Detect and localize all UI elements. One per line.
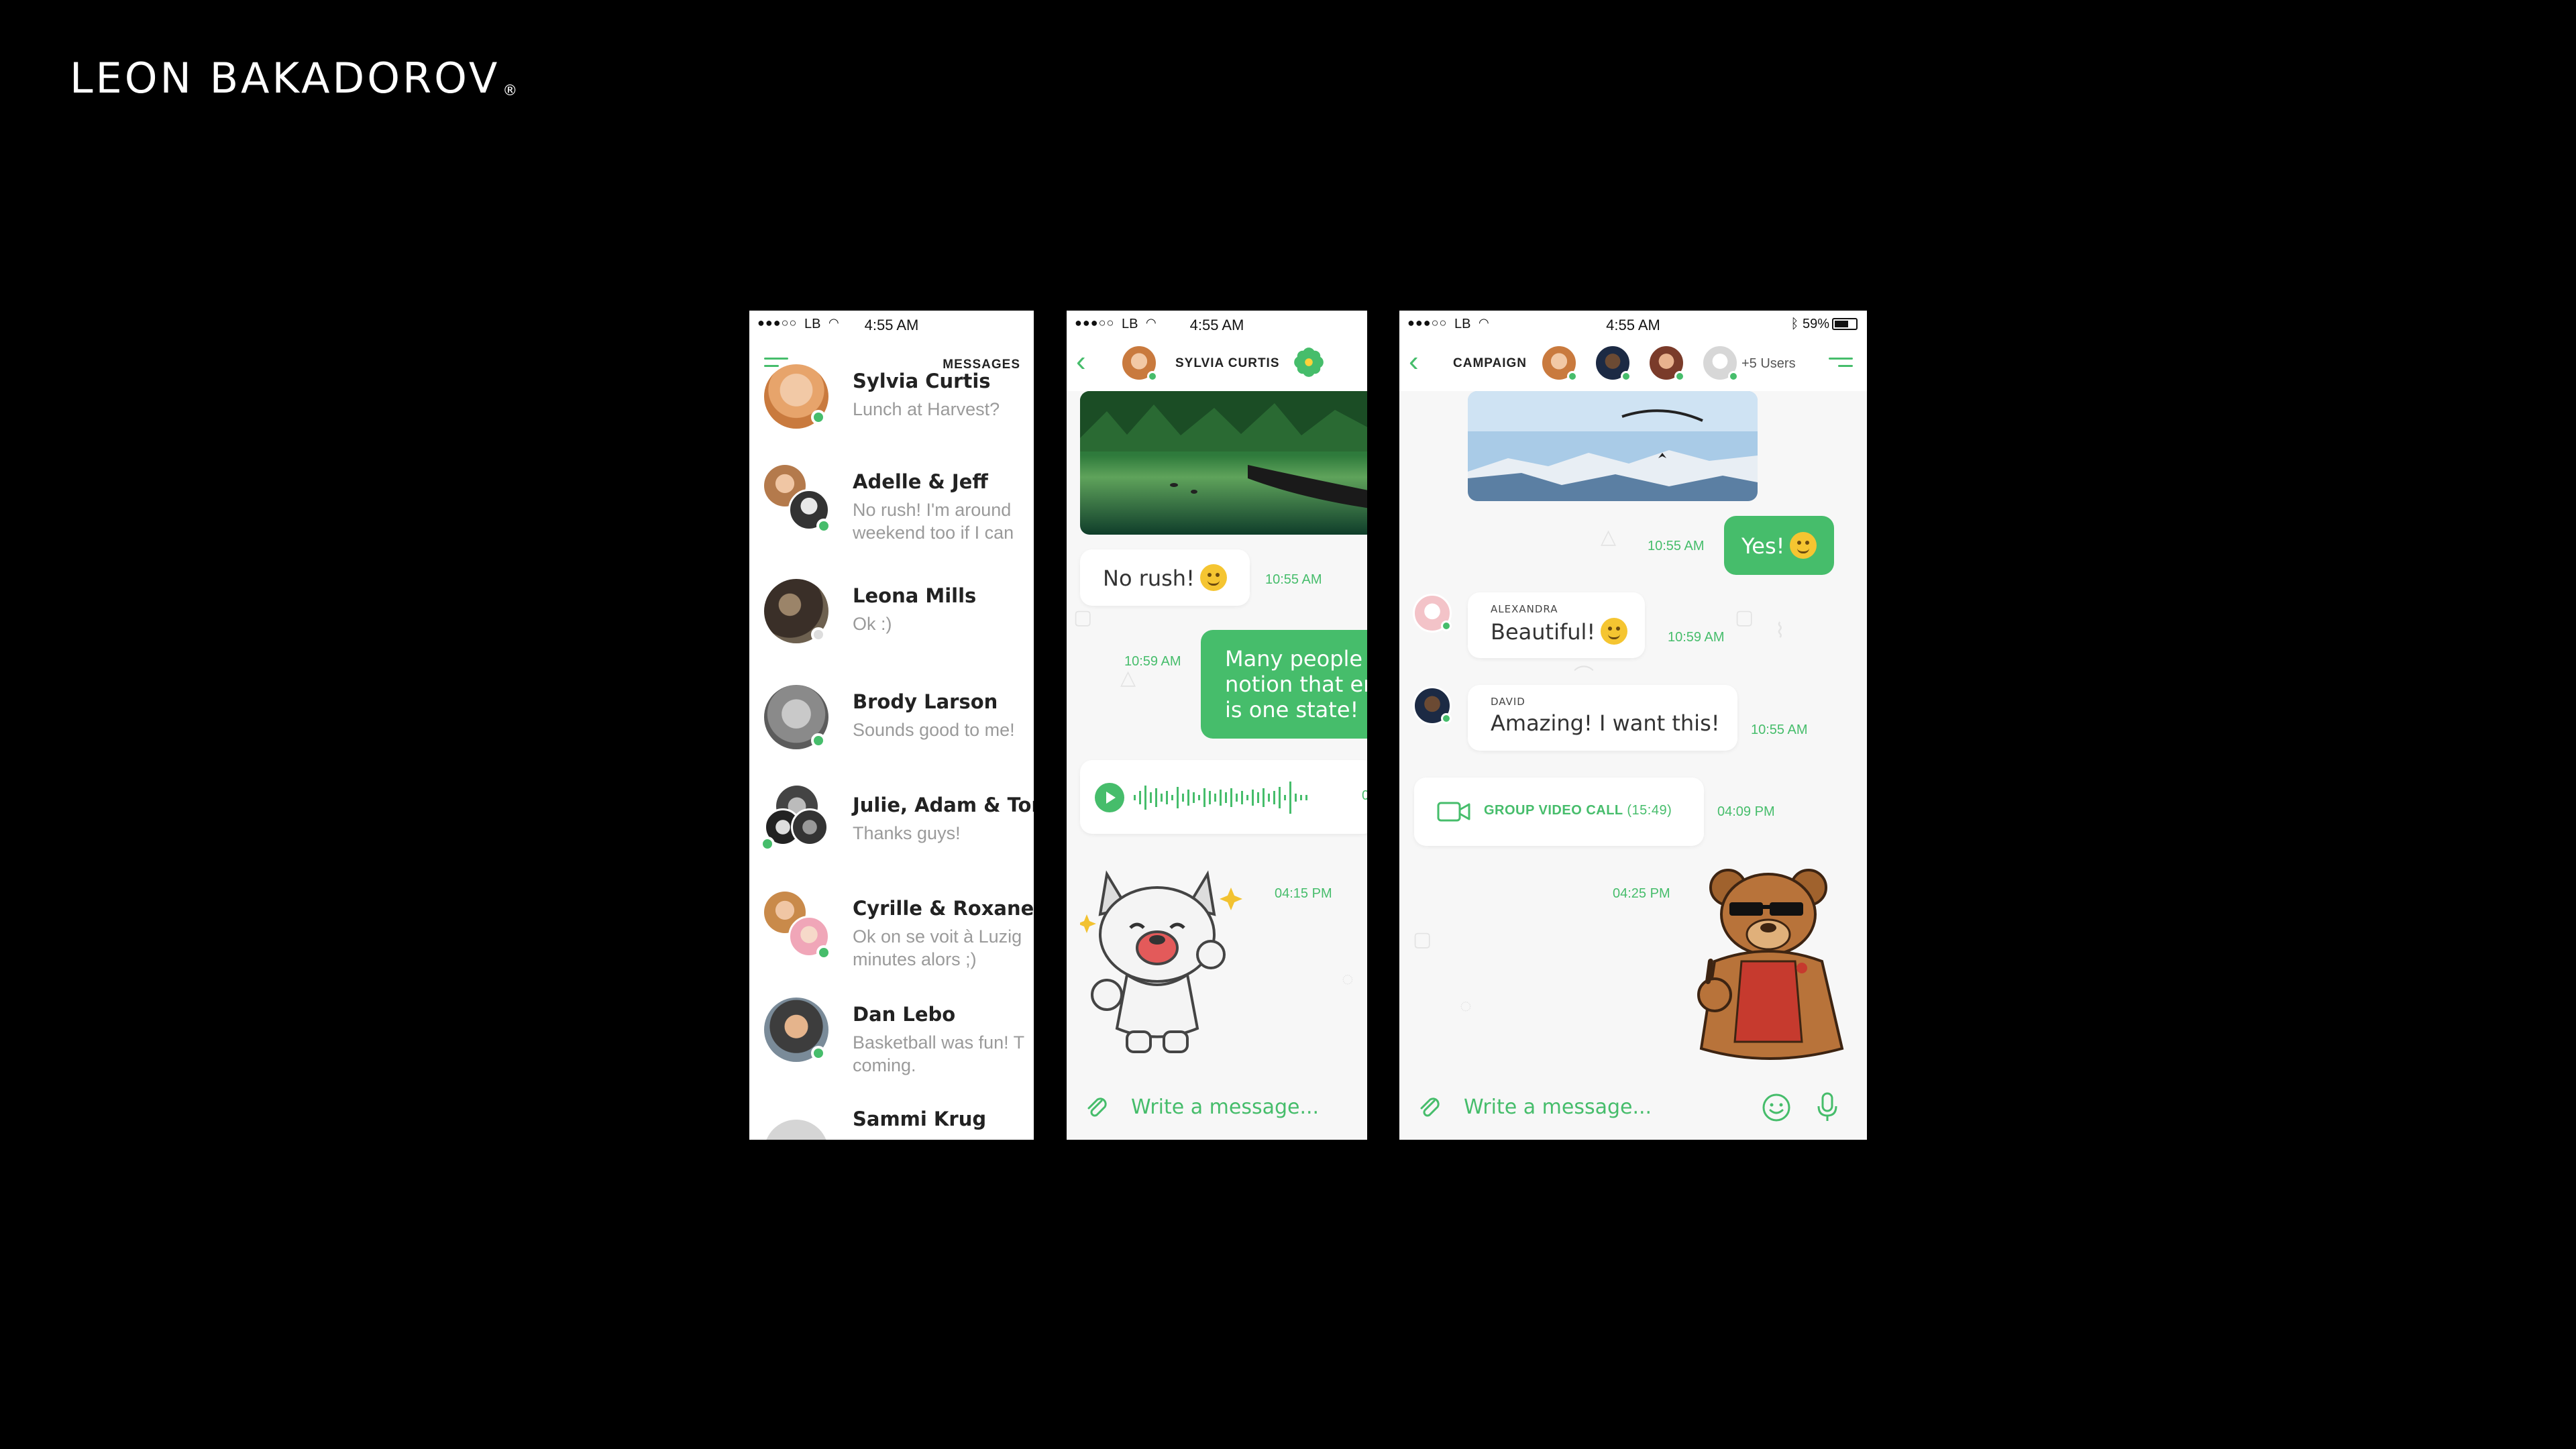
decoration: △ <box>1120 667 1136 689</box>
messages-list-screen: ●●●○○ LB ◠ 4:55 AM MESSAGES Sylvia Curti… <box>749 311 1034 1140</box>
online-indicator <box>816 945 831 960</box>
online-indicator <box>1567 371 1578 382</box>
message-input[interactable]: Write a message... <box>1464 1095 1652 1119</box>
decoration: ▢ <box>1735 606 1754 629</box>
online-indicator <box>1147 371 1158 382</box>
online-indicator <box>811 1046 826 1061</box>
online-indicator <box>811 410 826 425</box>
bear-sticker[interactable] <box>1688 861 1856 1069</box>
message-bubble-incoming: DAVID Amazing! I want this! <box>1468 685 1737 751</box>
chat-item-brody-larson[interactable]: Brody Larson Sounds good to me! <box>749 685 1034 786</box>
status-bar: ●●●○○ LB ◠ 4:55 AM ᛒ 59% <box>1399 311 1867 337</box>
paperclip-icon[interactable] <box>1083 1093 1110 1120</box>
decoration: △ <box>1601 526 1617 548</box>
battery-indicator: ᛒ 59% <box>1790 317 1858 332</box>
message-input-bar: Write a message... <box>1067 1073 1367 1140</box>
paperclip-icon[interactable] <box>1415 1093 1442 1120</box>
decoration: ▢ <box>1413 928 1432 951</box>
message-input[interactable]: Write a message... <box>1131 1095 1319 1119</box>
decoration: ◌ <box>1342 968 1354 990</box>
voice-message[interactable]: 0: <box>1080 760 1367 834</box>
chat-item-sammi-krug[interactable]: SK Sammi Krug <box>749 1102 1034 1140</box>
group-chat-screen: ●●●○○ LB ◠ 4:55 AM ᛒ 59% ‹ CAMPAIGN +5 U… <box>1399 311 1867 1140</box>
chat-item-julie-adam-tom[interactable]: Julie, Adam & Tom Thanks guys! <box>749 786 1034 889</box>
direct-chat-screen: ●●●○○ LB ◠ 4:55 AM ‹ SYLVIA CURTIS ▢ △ ⌒… <box>1067 311 1367 1140</box>
chat-item-leona-mills[interactable]: Leona Mills Ok :) <box>749 579 1034 680</box>
chat-item-cyrille-roxane[interactable]: Cyrille & Roxane Ok on se voit à Luzig m… <box>749 892 1034 992</box>
members-count[interactable]: +5 Users <box>1741 356 1796 372</box>
online-indicator <box>1728 371 1739 382</box>
message-bubble-outgoing: Yes! <box>1724 516 1835 575</box>
online-indicator <box>760 837 775 851</box>
online-indicator <box>1674 371 1685 382</box>
message-input-bar: Write a message... <box>1399 1073 1867 1140</box>
brand-logo: LEON BAKADOROV ® <box>70 54 518 103</box>
online-indicator <box>811 733 826 748</box>
decoration: ⌇ <box>1775 620 1785 642</box>
back-button[interactable]: ‹ <box>1076 347 1086 376</box>
chat-item-adelle-jeff[interactable]: Adelle & Jeff No rush! I'm around weeken… <box>749 465 1034 566</box>
online-indicator <box>1441 713 1452 724</box>
offline-indicator <box>811 627 826 642</box>
avatar <box>791 808 828 846</box>
bluetooth-icon: ᛒ <box>1790 317 1803 331</box>
status-bar: ●●●○○ LB ◠ 4:55 AM <box>1067 311 1367 337</box>
decoration: ▢ <box>1073 606 1093 629</box>
online-indicator <box>816 519 831 533</box>
back-button[interactable]: ‹ <box>1409 347 1419 376</box>
chat-title: SYLVIA CURTIS <box>1175 356 1280 370</box>
emoji-icon[interactable] <box>1762 1093 1791 1122</box>
microphone-icon[interactable] <box>1815 1091 1839 1124</box>
group-header: ‹ CAMPAIGN +5 Users <box>1399 337 1867 391</box>
group-video-call-card[interactable]: GROUP VIDEO CALL (15:49) <box>1414 777 1704 846</box>
play-button[interactable] <box>1095 783 1124 812</box>
video-camera-icon <box>1437 802 1470 822</box>
group-menu-icon[interactable] <box>1829 358 1853 372</box>
battery-icon <box>1832 318 1858 330</box>
message-bubble-incoming: ALEXANDRA Beautiful! <box>1468 592 1646 658</box>
online-indicator <box>1621 371 1631 382</box>
tongue-emoji-icon <box>1790 532 1817 559</box>
chat-item-dan-lebo[interactable]: Dan Lebo Basketball was fun! T coming. <box>749 998 1034 1098</box>
shared-photo-paraglider[interactable] <box>1468 391 1758 501</box>
online-indicator <box>1441 621 1452 631</box>
avatar-initials: SK <box>764 1120 828 1140</box>
decoration: ◌ <box>1460 995 1472 1017</box>
group-title: CAMPAIGN <box>1453 356 1527 370</box>
waveform <box>1134 782 1307 814</box>
shared-photo-lake[interactable] <box>1080 391 1367 535</box>
wolf-sticker[interactable] <box>1080 861 1254 1062</box>
message-bubble-outgoing: Many people h notion that en is one stat… <box>1201 630 1367 739</box>
status-bar: ●●●○○ LB ◠ 4:55 AM <box>757 316 919 333</box>
chat-item-sylvia-curtis[interactable]: Sylvia Curtis Lunch at Harvest? <box>749 364 1034 465</box>
message-bubble-incoming: No rush! <box>1080 549 1250 606</box>
clover-icon[interactable] <box>1293 347 1324 378</box>
wink-emoji-icon <box>1199 564 1227 591</box>
chat-header: ‹ SYLVIA CURTIS <box>1067 337 1367 391</box>
smiling-emoji-icon <box>1601 618 1628 645</box>
